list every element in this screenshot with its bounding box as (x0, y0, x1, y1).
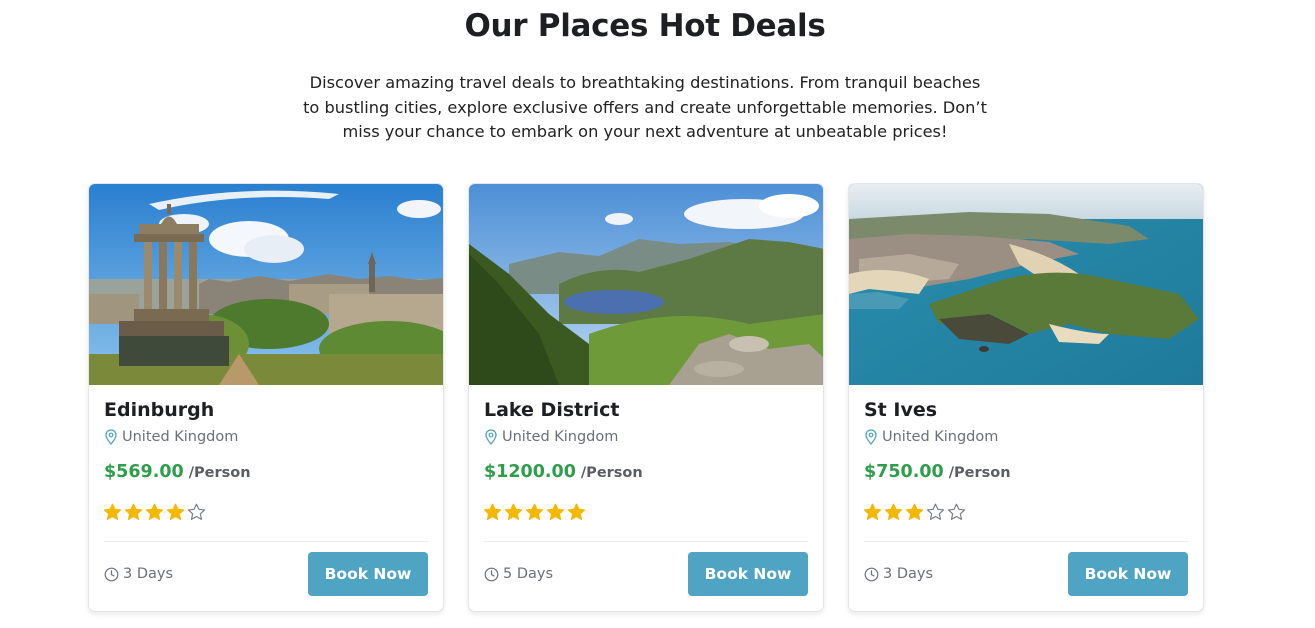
deal-location-label: United Kingdom (502, 429, 619, 445)
price-amount: $750.00 (864, 462, 944, 482)
deal-location-label: United Kingdom (882, 429, 999, 445)
star-filled-icon (166, 503, 186, 521)
star-filled-icon (504, 503, 524, 521)
deal-price: $1200.00 /Person (484, 462, 643, 482)
section-description: Discover amazing travel deals to breatht… (303, 73, 987, 141)
star-filled-icon (546, 503, 566, 521)
price-unit: /Person (188, 465, 251, 481)
card-divider (104, 541, 428, 542)
star-filled-icon (567, 503, 587, 521)
star-filled-icon (884, 503, 904, 521)
clock-icon (484, 567, 499, 582)
map-pin-icon (484, 429, 498, 445)
price-unit: /Person (580, 465, 643, 481)
deal-image-edinburgh[interactable] (89, 184, 443, 385)
deal-location: United Kingdom (484, 429, 618, 445)
price-amount: $1200.00 (484, 462, 576, 482)
st-ives-photo (849, 184, 1203, 385)
deal-location: United Kingdom (864, 429, 998, 445)
clock-icon (864, 567, 879, 582)
star-empty-icon (926, 503, 946, 521)
rating-stars (863, 503, 968, 521)
deals-grid: Edinburgh United Kingdom $569.00 /Person… (88, 183, 1204, 613)
card-divider (864, 541, 1188, 542)
book-now-button[interactable]: Book Now (308, 552, 428, 596)
star-empty-icon (187, 503, 207, 521)
map-pin-icon (864, 429, 878, 445)
card-divider (484, 541, 808, 542)
rating-stars (103, 503, 208, 521)
deal-image-st-ives[interactable] (849, 184, 1203, 385)
price-amount: $569.00 (104, 462, 184, 482)
star-empty-icon (947, 503, 967, 521)
section-title: Our Places Hot Deals (464, 8, 826, 44)
book-now-button[interactable]: Book Now (1068, 552, 1188, 596)
deal-duration: 5 Days (484, 566, 553, 582)
deal-price: $569.00 /Person (104, 462, 251, 482)
clock-icon (104, 567, 119, 582)
book-now-button[interactable]: Book Now (688, 552, 808, 596)
star-filled-icon (124, 503, 144, 521)
rating-stars (483, 503, 588, 521)
star-filled-icon (525, 503, 545, 521)
lake-district-photo (469, 184, 823, 385)
deal-card-edinburgh: Edinburgh United Kingdom $569.00 /Person… (88, 183, 444, 612)
deal-title[interactable]: Lake District (484, 399, 619, 421)
deal-title[interactable]: St Ives (864, 399, 937, 421)
duration-label: 5 Days (503, 566, 554, 582)
star-filled-icon (483, 503, 503, 521)
deal-title[interactable]: Edinburgh (104, 399, 214, 421)
duration-label: 3 Days (883, 566, 934, 582)
deal-image-lake-district[interactable] (469, 184, 823, 385)
deal-price: $750.00 /Person (864, 462, 1011, 482)
edinburgh-photo (89, 184, 443, 385)
duration-label: 3 Days (123, 566, 174, 582)
deal-card-st-ives: St Ives United Kingdom $750.00 /Person 3… (848, 183, 1204, 612)
star-filled-icon (905, 503, 925, 521)
deal-duration: 3 Days (864, 566, 933, 582)
deal-location: United Kingdom (104, 429, 238, 445)
deal-location-label: United Kingdom (122, 429, 239, 445)
star-filled-icon (103, 503, 123, 521)
map-pin-icon (104, 429, 118, 445)
price-unit: /Person (948, 465, 1011, 481)
deal-duration: 3 Days (104, 566, 173, 582)
deal-card-lake-district: Lake District United Kingdom $1200.00 /P… (468, 183, 824, 612)
star-filled-icon (145, 503, 165, 521)
star-filled-icon (863, 503, 883, 521)
